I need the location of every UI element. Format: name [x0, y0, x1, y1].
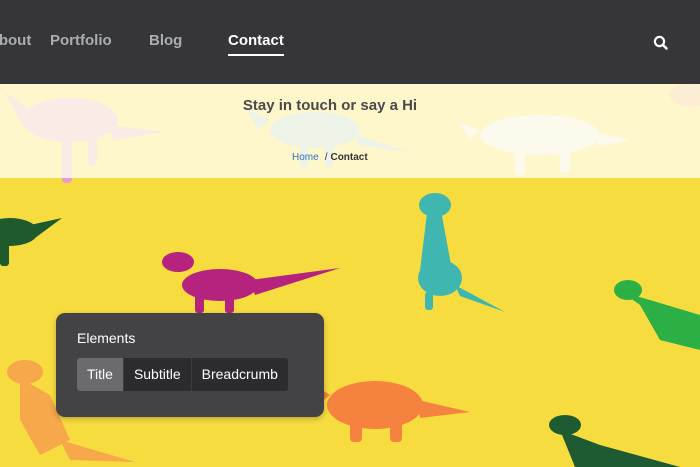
nav-item-contact[interactable]: Contact: [228, 32, 284, 56]
top-navigation: About Portfolio Blog Contact: [0, 0, 700, 84]
breadcrumb-toggle-button[interactable]: Breadcrumb: [192, 358, 288, 391]
nav-item-blog[interactable]: Blog: [149, 32, 182, 49]
elements-panel: Elements Title Subtitle Breadcrumb: [56, 313, 324, 417]
title-toggle-button[interactable]: Title: [77, 358, 124, 391]
search-icon[interactable]: [652, 34, 670, 52]
subtitle-toggle-button[interactable]: Subtitle: [124, 358, 192, 391]
nav-item-portfolio[interactable]: Portfolio: [50, 32, 112, 49]
page-title: Stay in touch or say a Hi: [242, 97, 418, 114]
breadcrumb-separator: /: [324, 152, 328, 163]
page-header: Stay in touch or say a Hi Home / Contact: [0, 84, 700, 178]
breadcrumb: Home / Contact: [292, 152, 368, 163]
elements-toggle-group: Title Subtitle Breadcrumb: [77, 358, 288, 391]
nav-item-about[interactable]: About: [0, 32, 31, 49]
panel-title: Elements: [77, 330, 136, 346]
breadcrumb-home-link[interactable]: Home: [292, 152, 319, 163]
breadcrumb-current: Contact: [330, 152, 368, 163]
